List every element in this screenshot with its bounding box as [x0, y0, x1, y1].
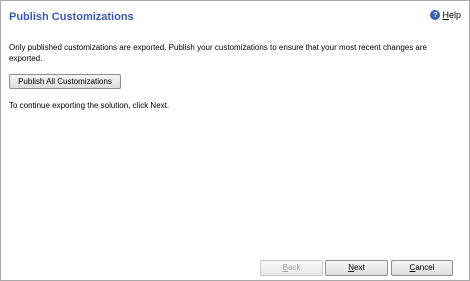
continue-instructions: To continue exporting the solution, clic…	[9, 101, 170, 110]
help-question-icon: ?	[430, 10, 441, 20]
back-button[interactable]: Back	[260, 260, 323, 276]
export-solution-dialog: Publish Customizations ? Help Only publi…	[0, 0, 470, 281]
next-button[interactable]: Next	[325, 260, 388, 276]
cancel-label-rest: ancel	[415, 263, 435, 272]
page-title: Publish Customizations	[9, 11, 134, 23]
cancel-button[interactable]: Cancel	[391, 260, 453, 276]
help-label: Help	[442, 10, 461, 20]
back-label-rest: ack	[287, 263, 301, 272]
next-label-rest: ext	[354, 263, 365, 272]
publish-all-customizations-button[interactable]: Publish All Customizations	[9, 74, 121, 89]
help-label-rest: elp	[448, 10, 461, 20]
info-text: Only published customizations are export…	[9, 43, 427, 63]
help-link[interactable]: ? Help	[430, 10, 461, 20]
